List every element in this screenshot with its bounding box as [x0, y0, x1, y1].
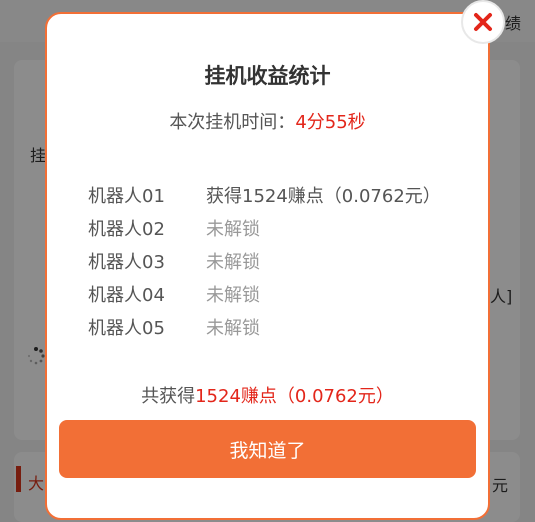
total-value: 1524赚点（0.0762元） [195, 386, 394, 407]
total-prefix: 共获得 [141, 386, 196, 407]
robot-status: 获得1524赚点（0.0762元） [206, 185, 441, 207]
robot-list: 机器人01 获得1524赚点（0.0762元） 机器人02 未解锁 机器人03 … [88, 178, 441, 343]
duration-label: 本次挂机时间： [169, 112, 296, 133]
robot-row: 机器人02 未解锁 [88, 211, 441, 244]
robot-name: 机器人03 [88, 251, 165, 273]
robot-status: 未解锁 [206, 218, 260, 240]
close-icon [474, 13, 492, 31]
earnings-dialog: 挂机收益统计 本次挂机时间：4分55秒 机器人01 获得1524赚点（0.076… [45, 12, 490, 520]
robot-name: 机器人04 [88, 284, 165, 306]
robot-status: 未解锁 [206, 251, 260, 273]
dialog-title: 挂机收益统计 [204, 64, 331, 88]
robot-row: 机器人04 未解锁 [88, 277, 441, 310]
robot-row: 机器人03 未解锁 [88, 244, 441, 277]
duration-line: 本次挂机时间：4分55秒 [47, 108, 488, 134]
robot-name: 机器人02 [88, 218, 165, 240]
robot-name: 机器人01 [88, 185, 165, 207]
robot-row: 机器人05 未解锁 [88, 310, 441, 343]
robot-status: 未解锁 [206, 317, 260, 339]
close-button[interactable] [461, 0, 505, 44]
robot-status: 未解锁 [206, 284, 260, 306]
duration-value: 4分55秒 [295, 112, 366, 133]
robot-row: 机器人01 获得1524赚点（0.0762元） [88, 178, 441, 211]
total-earnings: 共获得1524赚点（0.0762元） [47, 382, 488, 408]
confirm-button[interactable]: 我知道了 [59, 420, 476, 478]
robot-name: 机器人05 [88, 317, 165, 339]
